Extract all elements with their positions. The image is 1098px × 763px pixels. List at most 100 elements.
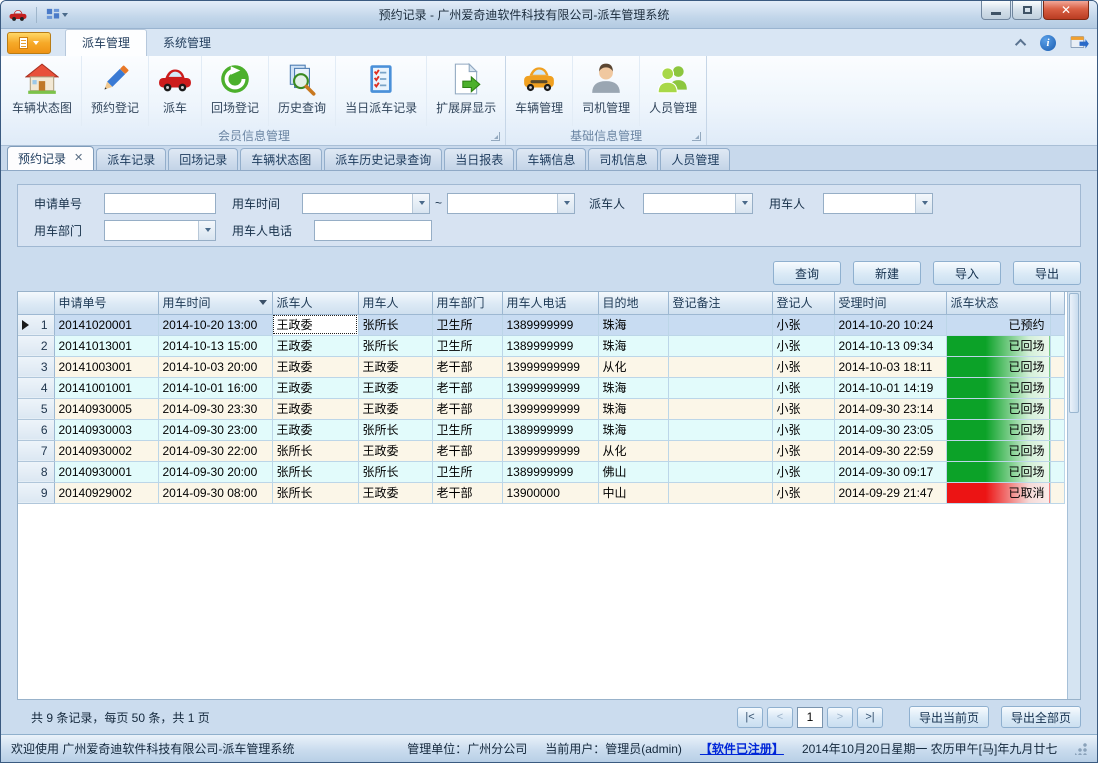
- grid-cell[interactable]: 2014-09-29 21:47: [834, 482, 946, 503]
- grid-cell[interactable]: 20140930001: [54, 461, 158, 482]
- grid-cell[interactable]: 13999999999: [502, 440, 598, 461]
- col-header-registrar[interactable]: 登记人: [772, 292, 834, 314]
- grid-cell[interactable]: 王政委: [272, 398, 358, 419]
- close-tab-icon[interactable]: ✕: [74, 153, 83, 164]
- table-row[interactable]: 7 20140930002 2014-09-30 22:00 张所长 王政委 老…: [18, 440, 1064, 461]
- grid-cell[interactable]: 张所长: [358, 461, 432, 482]
- grid-cell[interactable]: 1389999999: [502, 335, 598, 356]
- status-cell[interactable]: 已预约: [946, 314, 1050, 335]
- grid-cell[interactable]: 卫生所: [432, 335, 502, 356]
- row-indicator[interactable]: 9: [18, 482, 54, 503]
- grid-cell[interactable]: 王政委: [358, 482, 432, 503]
- scrollbar-thumb[interactable]: [1069, 293, 1079, 413]
- grid-cell[interactable]: 张所长: [358, 419, 432, 440]
- grid-cell[interactable]: [668, 482, 772, 503]
- grid-cell[interactable]: 珠海: [598, 398, 668, 419]
- grid-cell[interactable]: 张所长: [272, 440, 358, 461]
- grid-cell[interactable]: 老干部: [432, 377, 502, 398]
- col-header-use-time[interactable]: 用车时间: [158, 292, 272, 314]
- grid-cell[interactable]: 珠海: [598, 377, 668, 398]
- grid-cell[interactable]: 20141003001: [54, 356, 158, 377]
- grid-cell[interactable]: 20140930003: [54, 419, 158, 440]
- collapse-ribbon-icon[interactable]: [1015, 38, 1026, 49]
- vertical-scrollbar[interactable]: [1067, 292, 1080, 699]
- quick-layout-button[interactable]: [46, 8, 68, 22]
- import-button[interactable]: 导入: [933, 261, 1001, 285]
- doc-tab-history-query[interactable]: 派车历史记录查询: [324, 148, 442, 170]
- request-no-input[interactable]: [104, 193, 216, 214]
- grid-cell[interactable]: 小张: [772, 398, 834, 419]
- status-cell[interactable]: 已回场: [946, 398, 1050, 419]
- combo-button[interactable]: [412, 194, 429, 213]
- table-row[interactable]: 4 20141001001 2014-10-01 16:00 王政委 王政委 老…: [18, 377, 1064, 398]
- grid-cell[interactable]: 小张: [772, 335, 834, 356]
- driver-manage-button[interactable]: 司机管理: [572, 56, 639, 126]
- grid-cell[interactable]: 小张: [772, 419, 834, 440]
- table-row[interactable]: 6 20140930003 2014-09-30 23:00 王政委 张所长 卫…: [18, 419, 1064, 440]
- grid-cell[interactable]: 王政委: [358, 398, 432, 419]
- grid-cell[interactable]: 2014-09-30 20:00: [158, 461, 272, 482]
- grid-cell[interactable]: 从化: [598, 440, 668, 461]
- status-cell[interactable]: 已回场: [946, 440, 1050, 461]
- table-row[interactable]: 3 20141003001 2014-10-03 20:00 王政委 王政委 老…: [18, 356, 1064, 377]
- grid-cell[interactable]: 20141020001: [54, 314, 158, 335]
- history-query-button[interactable]: 历史查询: [268, 56, 335, 126]
- grid-cell[interactable]: 珠海: [598, 419, 668, 440]
- grid-cell[interactable]: 2014-09-30 22:59: [834, 440, 946, 461]
- close-button[interactable]: ✕: [1043, 1, 1089, 20]
- grid-cell[interactable]: [668, 398, 772, 419]
- grid-cell[interactable]: 卫生所: [432, 419, 502, 440]
- col-header-department[interactable]: 用车部门: [432, 292, 502, 314]
- row-indicator[interactable]: 4: [18, 377, 54, 398]
- grid-cell[interactable]: 卫生所: [432, 314, 502, 335]
- grid-cell[interactable]: [668, 440, 772, 461]
- grid-cell[interactable]: 2014-09-30 23:30: [158, 398, 272, 419]
- col-header-request-no[interactable]: 申请单号: [54, 292, 158, 314]
- grid-cell[interactable]: 小张: [772, 377, 834, 398]
- status-cell[interactable]: 已回场: [946, 377, 1050, 398]
- grid-cell[interactable]: 13999999999: [502, 356, 598, 377]
- doc-tab-vehicle-info[interactable]: 车辆信息: [516, 148, 586, 170]
- grid-cell[interactable]: 13999999999: [502, 377, 598, 398]
- doc-tab-vehicle-status-map[interactable]: 车辆状态图: [240, 148, 322, 170]
- col-header-destination[interactable]: 目的地: [598, 292, 668, 314]
- grid-cell[interactable]: [668, 314, 772, 335]
- doc-tab-reservation-records[interactable]: 预约记录✕: [7, 146, 94, 170]
- dispatch-button[interactable]: 派车: [148, 56, 201, 126]
- grid-cell[interactable]: 2014-09-30 23:05: [834, 419, 946, 440]
- user-combo[interactable]: [823, 193, 933, 214]
- col-header-dispatcher[interactable]: 派车人: [272, 292, 358, 314]
- dispatcher-combo[interactable]: [643, 193, 753, 214]
- grid-cell[interactable]: 13999999999: [502, 398, 598, 419]
- grid-cell[interactable]: 小张: [772, 356, 834, 377]
- dialog-launcher-icon[interactable]: [491, 132, 500, 141]
- grid-cell[interactable]: 13900000: [502, 482, 598, 503]
- grid-cell[interactable]: 老干部: [432, 482, 502, 503]
- grid-cell[interactable]: 王政委: [272, 335, 358, 356]
- dialog-launcher-icon[interactable]: [692, 132, 701, 141]
- grid-cell[interactable]: 2014-10-03 18:11: [834, 356, 946, 377]
- sort-filter-icon[interactable]: [259, 300, 267, 305]
- reservation-register-button[interactable]: 预约登记: [81, 56, 148, 126]
- return-register-button[interactable]: 回场登记: [201, 56, 268, 126]
- grid-cell[interactable]: 2014-10-01 14:19: [834, 377, 946, 398]
- department-combo[interactable]: [104, 220, 216, 241]
- resize-grip[interactable]: [1075, 743, 1087, 755]
- grid-cell[interactable]: 2014-10-13 15:00: [158, 335, 272, 356]
- grid-cell[interactable]: 20140930002: [54, 440, 158, 461]
- grid-cell[interactable]: 2014-10-03 20:00: [158, 356, 272, 377]
- grid-cell[interactable]: 小张: [772, 482, 834, 503]
- grid-cell[interactable]: 珠海: [598, 335, 668, 356]
- col-header-accept-time[interactable]: 受理时间: [834, 292, 946, 314]
- grid-cell[interactable]: 王政委: [272, 356, 358, 377]
- grid-cell[interactable]: 1389999999: [502, 461, 598, 482]
- grid-cell[interactable]: 珠海: [598, 314, 668, 335]
- application-menu-button[interactable]: [7, 32, 51, 54]
- table-row[interactable]: 8 20140930001 2014-09-30 20:00 张所长 张所长 卫…: [18, 461, 1064, 482]
- grid-cell[interactable]: [668, 419, 772, 440]
- row-indicator[interactable]: 5: [18, 398, 54, 419]
- combo-button[interactable]: [915, 194, 932, 213]
- row-indicator-header[interactable]: [18, 292, 54, 314]
- doc-tab-dispatch-records[interactable]: 派车记录: [96, 148, 166, 170]
- grid-cell[interactable]: 2014-10-20 13:00: [158, 314, 272, 335]
